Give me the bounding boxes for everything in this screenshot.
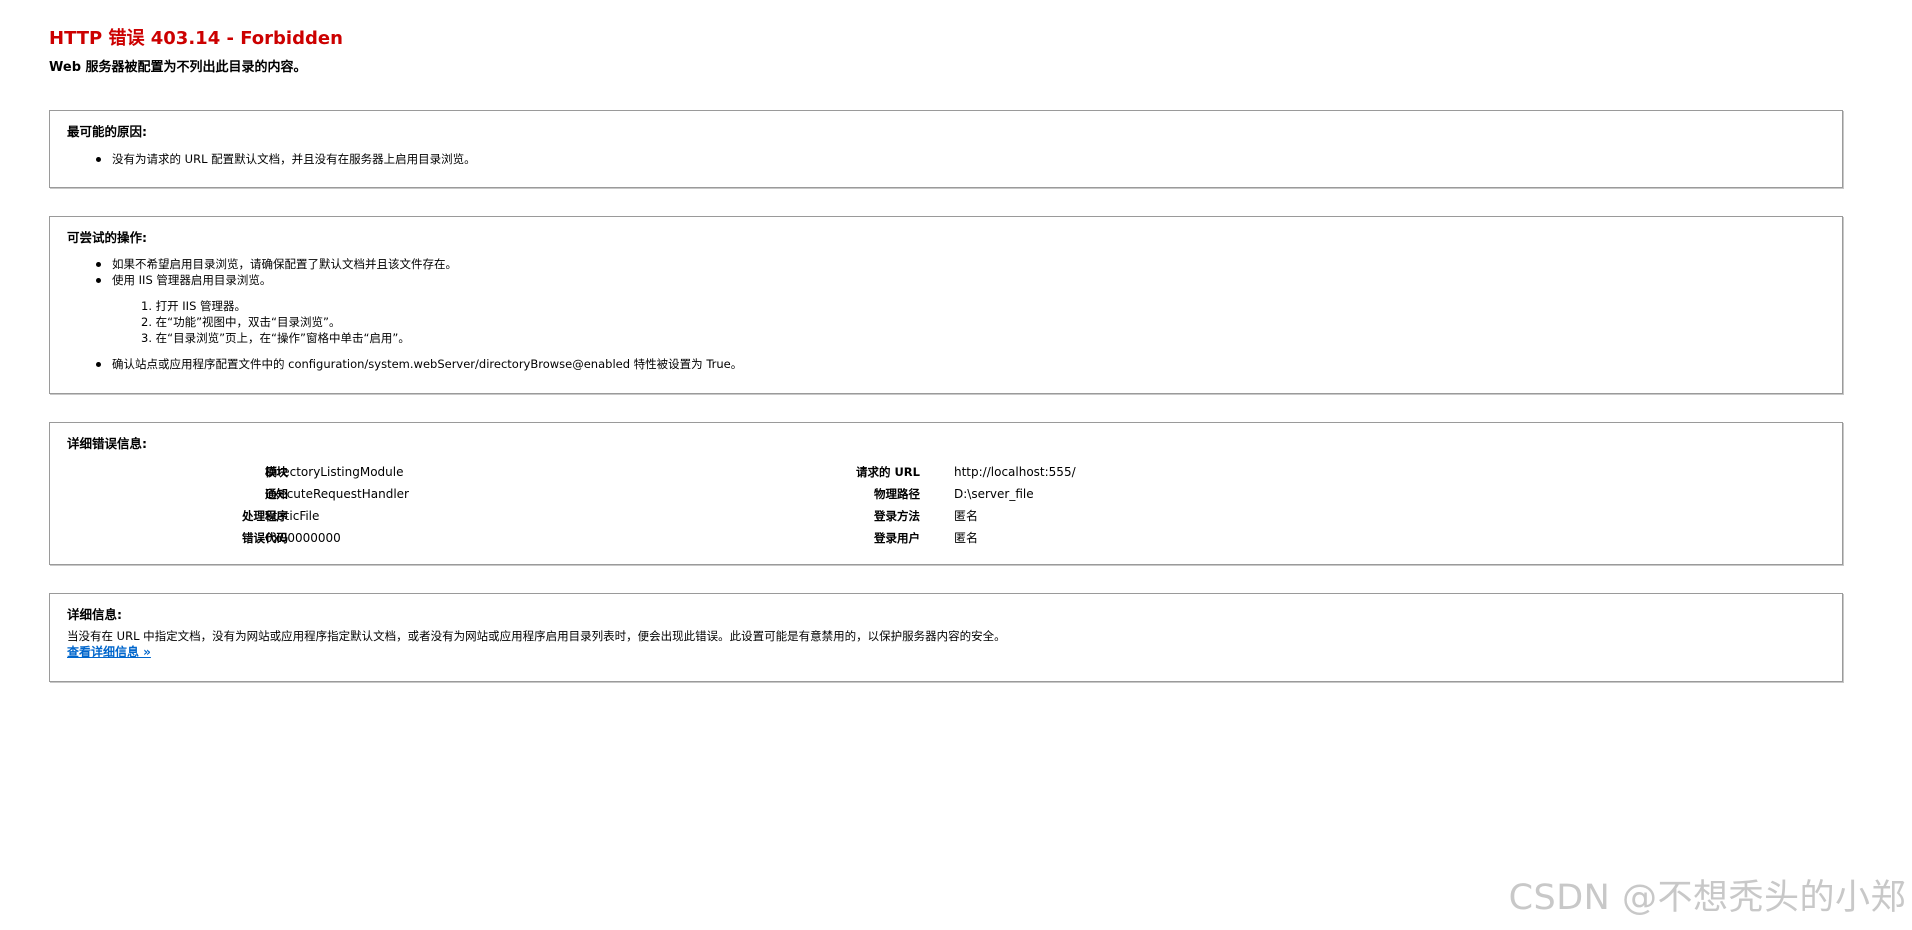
actions-heading: 可尝试的操作: (67, 230, 147, 245)
info-value-requested-url: http://localhost:555/ (954, 465, 1076, 479)
more-info-text: 当没有在 URL 中指定文档，没有为网站或应用程序指定默认文档，或者没有为网站或… (67, 629, 1006, 643)
more-info-heading: 详细信息: (67, 607, 122, 622)
action-step: 1. 打开 IIS 管理器。 (141, 299, 247, 313)
info-value-notification: ExecuteRequestHandler (265, 487, 409, 501)
cause-item: 没有为请求的 URL 配置默认文档，并且没有在服务器上启用目录浏览。 (96, 152, 476, 166)
action-step: 3. 在“目录浏览”页上，在“操作”窗格中单击“启用”。 (141, 331, 410, 345)
info-value-module: DirectoryListingModule (265, 465, 404, 479)
info-label-requested-url: 请求的 URL (855, 465, 920, 479)
watermark: CSDN @不想秃头的小郑 (1508, 878, 1906, 918)
action-item: 如果不希望启用目录浏览，请确保配置了默认文档并且该文件存在。 (96, 257, 457, 271)
causes-heading: 最可能的原因: (67, 124, 147, 139)
error-info-box: 详细错误信息: 模块 DirectoryListingModule 通知 Exe… (49, 422, 1843, 565)
causes-box: 最可能的原因: 没有为请求的 URL 配置默认文档，并且没有在服务器上启用目录浏… (49, 110, 1843, 188)
info-value-error-code: 0x00000000 (265, 531, 341, 545)
info-label-logon-method: 登录方法 (874, 509, 920, 523)
error-info-heading: 详细错误信息: (67, 436, 147, 451)
info-label-physical-path: 物理路径 (874, 487, 920, 501)
error-header: HTTP 错误 403.14 - Forbidden Web 服务器被配置为不列… (49, 26, 343, 78)
actions-box: 可尝试的操作: 如果不希望启用目录浏览，请确保配置了默认文档并且该文件存在。 使… (49, 216, 1843, 394)
action-step: 2. 在“功能”视图中，双击“目录浏览”。 (141, 315, 341, 329)
more-info-link[interactable]: 查看详细信息 » (67, 644, 151, 660)
info-value-physical-path: D:\server_file (954, 487, 1034, 501)
action-item: 确认站点或应用程序配置文件中的 configuration/system.web… (95, 357, 743, 371)
info-value-logon-user: 匿名 (954, 531, 979, 545)
error-subtitle: Web 服务器被配置为不列出此目录的内容。 (49, 60, 307, 75)
error-title: HTTP 错误 403.14 - Forbidden (49, 28, 343, 49)
info-value-logon-method: 匿名 (954, 509, 979, 523)
info-label-logon-user: 登录用户 (874, 531, 920, 545)
action-item: 使用 IIS 管理器启用目录浏览。 (95, 273, 272, 287)
more-info-box: 详细信息: 当没有在 URL 中指定文档，没有为网站或应用程序指定默认文档，或者… (49, 593, 1843, 682)
info-value-handler: StaticFile (265, 509, 320, 523)
